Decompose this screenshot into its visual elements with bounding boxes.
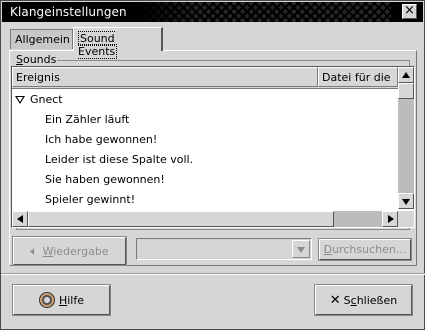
- window-title: Klangeinstellungen: [10, 5, 127, 19]
- list-group-gnect[interactable]: Gnect: [12, 90, 398, 110]
- list-item[interactable]: Ich habe gewonnen!: [12, 130, 398, 150]
- horizontal-scrollbar[interactable]: [12, 211, 398, 227]
- arrow-right-icon: [388, 215, 394, 223]
- horizontal-scroll-thumb[interactable]: [28, 211, 334, 227]
- scroll-left-button[interactable]: [12, 211, 28, 227]
- scrollbar-corner: [398, 211, 414, 227]
- scroll-down-button[interactable]: [398, 193, 414, 209]
- browse-button[interactable]: Durchsuchen...: [318, 238, 412, 261]
- tab-allgemein-label: Allgemein: [15, 33, 70, 46]
- list-item-label: Ein Zähler läuft: [45, 113, 130, 126]
- arrow-up-icon: [402, 72, 410, 78]
- list-item-label: Ich habe gewonnen!: [45, 133, 158, 146]
- tab-allgemein[interactable]: Allgemein: [10, 29, 73, 49]
- arrow-left-icon: [17, 215, 23, 223]
- sound-events-list[interactable]: Ereignis Datei für die Gnect Ein Zähler …: [11, 66, 415, 228]
- sound-preferences-window: Klangeinstellungen × Allgemein Sound Eve…: [0, 0, 425, 330]
- browse-button-label: Durchsuchen...: [323, 243, 407, 256]
- group-label: Gnect: [30, 93, 63, 106]
- close-button[interactable]: ✕ Schließen: [314, 284, 413, 316]
- vertical-scroll-thumb[interactable]: [398, 83, 414, 99]
- close-button-label: Schließen: [343, 293, 398, 307]
- list-item[interactable]: Ein Zähler läuft: [12, 110, 398, 130]
- list-item[interactable]: Sie haben gewonnen!: [12, 170, 398, 190]
- sound-file-combo[interactable]: [136, 238, 312, 260]
- sounds-frame-label: Sounds: [15, 53, 58, 66]
- vertical-scrollbar[interactable]: [398, 67, 414, 209]
- tab-sound-events-label: Sound Events: [78, 31, 118, 59]
- chevron-down-icon: [297, 247, 305, 253]
- sound-file-entry[interactable]: [138, 240, 292, 258]
- scroll-right-button[interactable]: [382, 211, 398, 227]
- close-x-icon: ✕: [329, 292, 341, 308]
- play-button-label: Wiedergabe: [42, 244, 109, 258]
- list-item-label: Leider ist diese Spalte voll.: [45, 153, 194, 166]
- speaker-icon: 🔈︎: [30, 243, 38, 258]
- tab-sound-events[interactable]: Sound Events: [73, 27, 163, 59]
- column-header-file[interactable]: Datei für die: [318, 67, 398, 87]
- list-item[interactable]: Leider ist diese Spalte voll.: [12, 150, 398, 170]
- column-header-event[interactable]: Ereignis: [12, 67, 318, 87]
- list-item[interactable]: Spieler gewinnt!: [12, 190, 398, 210]
- sound-file-dropdown-button[interactable]: [292, 240, 310, 258]
- close-icon: ×: [404, 3, 415, 18]
- list-rows: Gnect Ein Zähler läuft Ich habe gewonnen…: [12, 90, 398, 210]
- help-button-label: Hilfe: [58, 293, 85, 307]
- play-button[interactable]: 🔈︎ Wiedergabe: [12, 236, 127, 266]
- help-icon: [38, 292, 55, 308]
- list-header: Ereignis Datei für die: [12, 67, 398, 89]
- list-item-label: Spieler gewinnt!: [45, 193, 136, 206]
- title-bar[interactable]: Klangeinstellungen ×: [2, 2, 423, 22]
- arrow-down-icon: [402, 199, 410, 205]
- expander-triangle-icon[interactable]: [15, 96, 25, 104]
- window-close-button[interactable]: ×: [402, 4, 417, 19]
- list-item-label: Sie haben gewonnen!: [45, 173, 165, 186]
- dialog-separator: [1, 273, 425, 275]
- scroll-up-button[interactable]: [398, 67, 414, 83]
- help-button[interactable]: Hilfe: [12, 284, 111, 316]
- title-bar-grip: [137, 2, 391, 22]
